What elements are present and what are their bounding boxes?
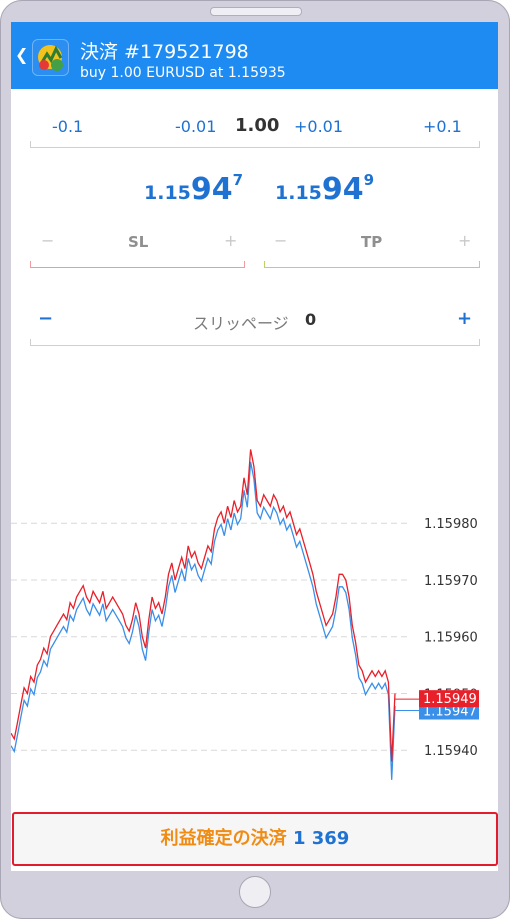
title-bar: ❮ 決済 #179521798 buy 1.00 EURUSD at 1.159… <box>11 22 498 89</box>
bid-price[interactable]: 1.15947 <box>144 171 244 207</box>
slippage-underline-left-cap <box>30 339 31 345</box>
sl-underline <box>30 267 245 268</box>
ask-price-pips: 94 <box>321 172 364 207</box>
close-position-button[interactable]: 利益確定の決済 1 369 <box>12 812 498 866</box>
slippage-underline <box>30 345 480 346</box>
ask-line <box>11 449 396 762</box>
ask-price-fraction: 9 <box>363 171 375 189</box>
volume-plus-large-button[interactable]: +0.1 <box>423 117 462 136</box>
page-title: 決済 #179521798 <box>80 41 249 63</box>
device-home-button[interactable] <box>239 876 271 908</box>
bid-price-pips: 94 <box>190 172 233 207</box>
volume-plus-small-button[interactable]: +0.01 <box>294 117 343 136</box>
sl-field[interactable]: SL <box>128 233 148 251</box>
bid-price-fraction: 7 <box>232 171 244 189</box>
sl-underline-right-cap <box>244 261 245 267</box>
metatrader-logo-icon[interactable] <box>32 39 69 76</box>
tp-underline <box>264 267 480 268</box>
back-chevron-icon[interactable]: ❮ <box>15 45 28 64</box>
tp-underline-right-cap <box>479 261 480 267</box>
tp-minus-button[interactable]: − <box>274 231 287 250</box>
volume-minus-large-button[interactable]: -0.1 <box>52 117 83 136</box>
price-chart[interactable]: 1.159801.159701.159601.159501.159401.159… <box>11 387 498 807</box>
tp-underline-left-cap <box>264 261 265 267</box>
slippage-plus-button[interactable]: + <box>457 308 472 329</box>
volume-underline-left-cap <box>30 141 31 147</box>
close-position-label: 利益確定の決済 <box>160 828 287 849</box>
y-tick-label: 1.15980 <box>424 517 478 532</box>
slippage-minus-button[interactable]: − <box>38 308 53 329</box>
ask-price-prefix: 1.15 <box>275 182 322 204</box>
position-subtitle: buy 1.00 EURUSD at 1.15935 <box>80 65 286 81</box>
y-tick-label: 1.15960 <box>424 631 478 646</box>
bid-price-prefix: 1.15 <box>144 182 191 204</box>
sl-plus-button[interactable]: + <box>224 231 237 250</box>
y-tick-label: 1.15970 <box>424 574 478 589</box>
volume-underline <box>30 147 480 148</box>
sl-underline-left-cap <box>30 261 31 267</box>
close-position-profit: 1 369 <box>292 828 350 849</box>
device-frame: ❮ 決済 #179521798 buy 1.00 EURUSD at 1.159… <box>0 0 510 919</box>
bid-line <box>11 461 396 780</box>
ask-price-tag-label: 1.15949 <box>423 692 477 707</box>
slippage-value[interactable]: 0 <box>305 310 316 329</box>
y-tick-label: 1.15940 <box>424 744 478 759</box>
volume-underline-right-cap <box>479 141 480 147</box>
ask-price[interactable]: 1.15949 <box>275 171 375 207</box>
volume-minus-small-button[interactable]: -0.01 <box>175 117 216 136</box>
device-speaker <box>210 7 302 16</box>
slippage-underline-right-cap <box>479 339 480 345</box>
price-chart-svg: 1.159801.159701.159601.159501.159401.159… <box>11 449 479 780</box>
tp-plus-button[interactable]: + <box>458 231 471 250</box>
volume-value[interactable]: 1.00 <box>235 115 279 136</box>
slippage-label: スリッページ <box>193 314 289 333</box>
sl-minus-button[interactable]: − <box>41 231 54 250</box>
tp-field[interactable]: TP <box>361 233 382 251</box>
app-screen: ❮ 決済 #179521798 buy 1.00 EURUSD at 1.159… <box>11 22 498 871</box>
